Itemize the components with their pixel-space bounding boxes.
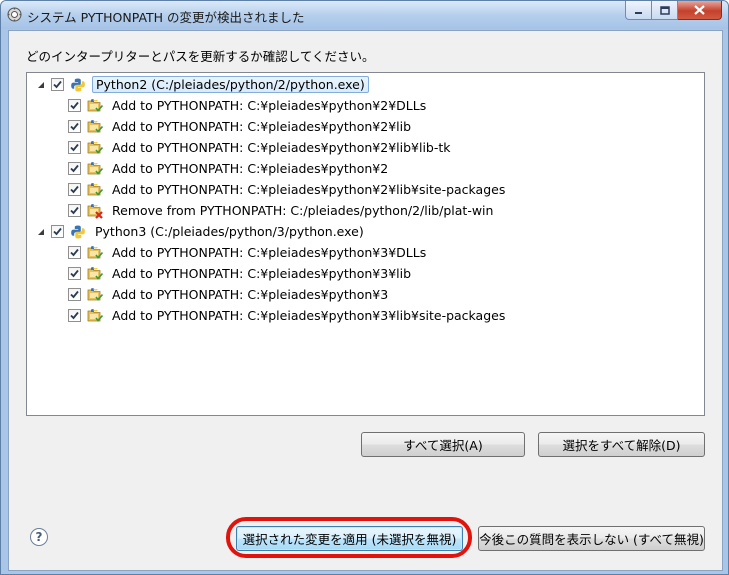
tree-interpreter-label: Python2 (C:/pleiades/python/2/python.exe… — [92, 76, 369, 93]
add-path-icon — [87, 308, 109, 324]
tree-path-change-label: Add to PYTHONPATH: C:¥pleiades¥python¥2¥… — [112, 119, 412, 134]
deselect-all-button[interactable]: 選択をすべて解除(D) — [538, 432, 705, 457]
checkbox[interactable] — [68, 183, 81, 196]
add-path-icon — [87, 287, 109, 303]
tree-path-change-label: Add to PYTHONPATH: C:¥pleiades¥python¥3¥… — [112, 266, 412, 281]
tree-path-change-row[interactable]: Add to PYTHONPATH: C:¥pleiades¥python¥2¥… — [68, 137, 454, 158]
minimize-button[interactable] — [625, 1, 652, 20]
add-path-icon — [87, 140, 109, 156]
tree-path-change-label: Add to PYTHONPATH: C:¥pleiades¥python¥3¥… — [112, 245, 427, 260]
dialog-window: システム PYTHONPATH の変更が検出されました どのインタープリターとパ… — [0, 0, 729, 575]
python-interpreter-icon — [70, 77, 92, 93]
select-all-button[interactable]: すべて選択(A) — [361, 432, 525, 457]
dont-ask-again-button[interactable]: 今後この質問を表示しない (すべて無視) — [478, 526, 705, 551]
checkbox[interactable] — [68, 120, 81, 133]
checkbox[interactable] — [68, 141, 81, 154]
add-path-icon — [87, 119, 109, 135]
tree-interpreter-row[interactable]: Python2 (C:/pleiades/python/2/python.exe… — [36, 74, 369, 95]
add-path-icon — [87, 182, 109, 198]
caption-buttons — [625, 1, 722, 20]
title-bar[interactable]: システム PYTHONPATH の変更が検出されました — [1, 1, 728, 29]
add-path-icon — [87, 245, 109, 261]
tree-path-change-row[interactable]: Add to PYTHONPATH: C:¥pleiades¥python¥3 — [68, 284, 391, 305]
tree-path-change-label: Add to PYTHONPATH: C:¥pleiades¥python¥3¥… — [112, 308, 506, 323]
tree-path-change-row[interactable]: Add to PYTHONPATH: C:¥pleiades¥python¥2¥… — [68, 179, 508, 200]
checkbox[interactable] — [51, 225, 64, 238]
close-button[interactable] — [678, 1, 722, 20]
tree-interpreter-label: Python3 (C:/pleiades/python/3/python.exe… — [95, 224, 364, 239]
tree-path-change-label: Add to PYTHONPATH: C:¥pleiades¥python¥2¥… — [112, 182, 506, 197]
checkbox[interactable] — [51, 78, 64, 91]
help-icon[interactable]: ? — [30, 528, 48, 546]
checkbox[interactable] — [68, 288, 81, 301]
tree-path-change-label: Remove from PYTHONPATH: C:/pleiades/pyth… — [112, 203, 494, 218]
window-title: システム PYTHONPATH の変更が検出されました — [27, 10, 305, 25]
instruction-text: どのインタープリターとパスを更新するか確認してください。 — [26, 49, 375, 64]
tree-path-change-label: Add to PYTHONPATH: C:¥pleiades¥python¥3 — [112, 287, 389, 302]
close-icon — [694, 5, 705, 15]
checkbox[interactable] — [68, 267, 81, 280]
add-path-icon — [87, 266, 109, 282]
tree-path-change-row[interactable]: Add to PYTHONPATH: C:¥pleiades¥python¥3¥… — [68, 263, 414, 284]
interpreter-tree[interactable]: Python2 (C:/pleiades/python/2/python.exe… — [26, 72, 705, 416]
expand-collapse-icon[interactable] — [36, 227, 46, 237]
add-path-icon — [87, 98, 109, 114]
checkbox[interactable] — [68, 246, 81, 259]
checkbox[interactable] — [68, 162, 81, 175]
checkbox[interactable] — [68, 309, 81, 322]
dialog-body: どのインタープリターとパスを更新するか確認してください。 Python2 (C:… — [8, 30, 723, 571]
tree-path-change-label: Add to PYTHONPATH: C:¥pleiades¥python¥2 — [112, 161, 389, 176]
tree-path-change-label: Add to PYTHONPATH: C:¥pleiades¥python¥2¥… — [112, 140, 451, 155]
tree-path-change-row[interactable]: Add to PYTHONPATH: C:¥pleiades¥python¥2¥… — [68, 116, 414, 137]
checkbox[interactable] — [68, 204, 81, 217]
tree-path-change-row[interactable]: Add to PYTHONPATH: C:¥pleiades¥python¥3¥… — [68, 242, 429, 263]
checkbox[interactable] — [68, 99, 81, 112]
minimize-icon — [635, 11, 642, 14]
python-interpreter-icon — [70, 224, 92, 240]
tree-path-change-row[interactable]: Add to PYTHONPATH: C:¥pleiades¥python¥2 — [68, 158, 391, 179]
tree-interpreter-row[interactable]: Python3 (C:/pleiades/python/3/python.exe… — [36, 221, 367, 242]
tree-path-change-label: Add to PYTHONPATH: C:¥pleiades¥python¥2¥… — [112, 98, 427, 113]
apply-selected-button[interactable]: 選択された変更を適用 (未選択を無視) — [236, 526, 463, 551]
maximize-icon — [659, 5, 670, 15]
remove-path-icon — [87, 203, 109, 219]
tree-path-change-row[interactable]: Add to PYTHONPATH: C:¥pleiades¥python¥3¥… — [68, 305, 508, 326]
eclipse-app-icon — [7, 7, 22, 22]
expand-collapse-icon[interactable] — [36, 80, 46, 90]
tree-path-change-row[interactable]: Add to PYTHONPATH: C:¥pleiades¥python¥2¥… — [68, 95, 429, 116]
add-path-icon — [87, 161, 109, 177]
maximize-button[interactable] — [652, 1, 678, 20]
tree-path-change-row[interactable]: Remove from PYTHONPATH: C:/pleiades/pyth… — [68, 200, 496, 221]
